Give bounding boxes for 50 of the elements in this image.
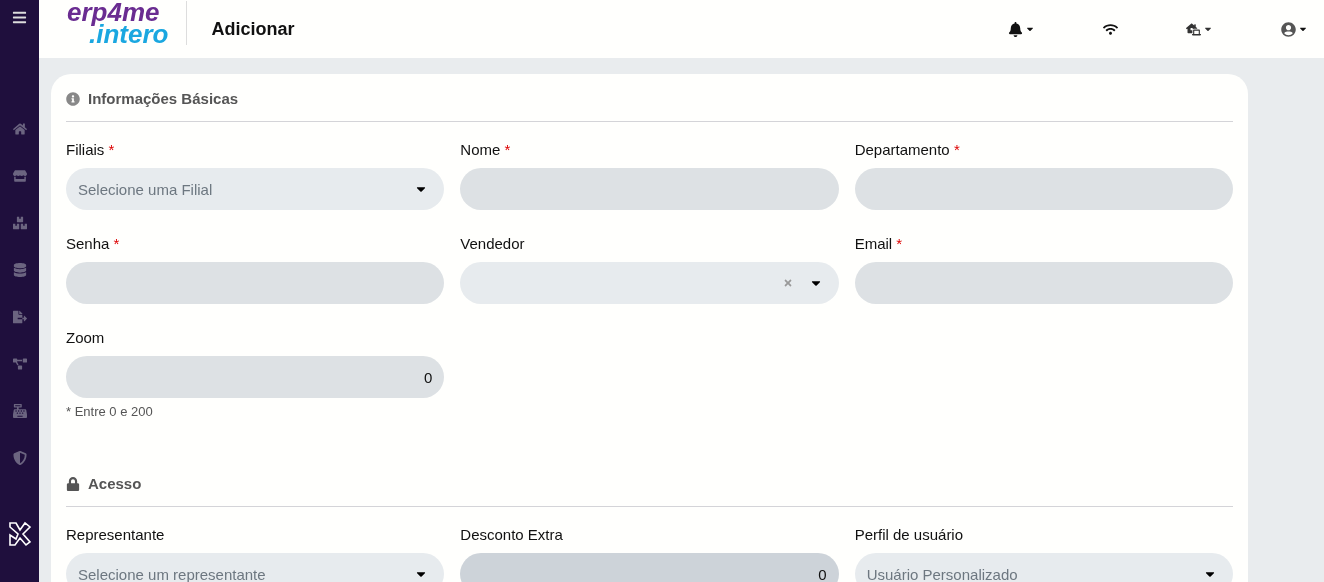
- connection-button[interactable]: [1103, 21, 1118, 37]
- database-icon[interactable]: [12, 263, 27, 277]
- field-label: Departamento *: [854, 140, 961, 160]
- field-label: Representante: [66, 525, 166, 545]
- input-field[interactable]: [854, 262, 1233, 304]
- input-field[interactable]: [854, 168, 1233, 210]
- number-field[interactable]: 0: [66, 356, 445, 398]
- select-field[interactable]: Selecione um representante: [66, 553, 445, 582]
- x-logo-icon[interactable]: [7, 521, 32, 547]
- clear-icon[interactable]: [782, 278, 793, 288]
- shield-icon[interactable]: [12, 451, 27, 465]
- logo-text: .intero: [89, 23, 169, 45]
- required-mark: *: [108, 141, 115, 158]
- section-title: Informações Básicas: [88, 90, 239, 107]
- avatar-icon: [1281, 21, 1296, 37]
- field-label: Vendedor: [460, 234, 526, 254]
- user-button[interactable]: [1281, 21, 1308, 37]
- network-icon[interactable]: [12, 357, 27, 371]
- required-mark: *: [953, 141, 960, 158]
- wifi-icon: [1103, 21, 1118, 37]
- lock-icon: [66, 476, 80, 491]
- input-field[interactable]: [66, 262, 445, 304]
- file-export-icon[interactable]: [12, 310, 27, 324]
- field-label: Desconto Extra: [460, 525, 564, 545]
- input-field[interactable]: [460, 168, 839, 210]
- page-title: Adicionar: [211, 18, 295, 40]
- boxes-icon[interactable]: [12, 216, 27, 230]
- required-mark: *: [113, 235, 120, 252]
- house-laptop-icon: [1186, 21, 1201, 37]
- required-mark: *: [504, 141, 511, 158]
- section-title: Acesso: [88, 475, 142, 492]
- field-label: Email *: [854, 234, 904, 254]
- field-label: Senha *: [66, 234, 121, 254]
- store-icon[interactable]: [12, 169, 27, 183]
- field-label: Nome *: [460, 140, 512, 160]
- cash-register-icon[interactable]: [12, 404, 27, 418]
- required-mark: *: [896, 235, 903, 252]
- field-label: Perfil de usuário: [854, 525, 965, 545]
- info-icon: [66, 91, 80, 106]
- bell-icon: [1008, 21, 1023, 37]
- menu-icon[interactable]: [12, 10, 27, 25]
- workplace-button[interactable]: [1186, 21, 1213, 37]
- field-label: Filiais *: [66, 140, 116, 160]
- home-icon[interactable]: [12, 122, 27, 136]
- notifications-button[interactable]: [1008, 21, 1035, 37]
- select-field[interactable]: Selecione uma Filial: [66, 168, 445, 210]
- select-field[interactable]: [460, 262, 839, 304]
- select-field[interactable]: Usuário Personalizado: [854, 553, 1233, 582]
- field-label: Zoom: [66, 328, 106, 348]
- field-hint: * Entre 0 e 200: [66, 404, 154, 419]
